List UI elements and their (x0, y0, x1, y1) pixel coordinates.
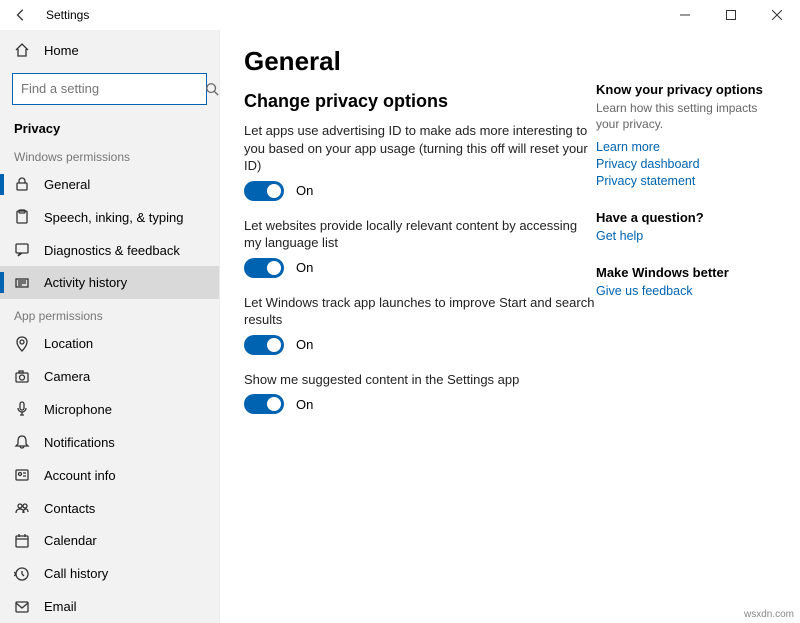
window-title: Settings (46, 8, 89, 22)
sidebar-item-microphone[interactable]: Microphone (0, 393, 219, 426)
setting-suggested-content: Show me suggested content in the Setting… (244, 371, 596, 415)
nav-label: Call history (44, 566, 108, 581)
link-privacy-statement[interactable]: Privacy statement (596, 174, 776, 188)
search-icon (205, 82, 219, 96)
sidebar-item-activity-history[interactable]: Activity history (0, 266, 219, 299)
sidebar-item-location[interactable]: Location (0, 327, 219, 360)
sidebar-item-general[interactable]: General (0, 168, 219, 201)
sidebar-item-home[interactable]: Home (0, 34, 219, 67)
lock-icon (14, 176, 30, 192)
sidebar-item-email[interactable]: Email (0, 590, 219, 623)
link-get-help[interactable]: Get help (596, 229, 776, 243)
sidebar-item-account-info[interactable]: Account info (0, 459, 219, 492)
sidebar: Home Privacy Windows permissions General… (0, 30, 220, 623)
nav-label: Contacts (44, 501, 95, 516)
nav-label: Account info (44, 468, 116, 483)
nav-label: Activity history (44, 275, 127, 290)
maximize-button[interactable] (708, 0, 754, 30)
close-button[interactable] (754, 0, 800, 30)
home-icon (14, 42, 30, 58)
contacts-icon (14, 500, 30, 516)
toggle-app-launches[interactable] (244, 335, 284, 355)
side-head: Have a question? (596, 210, 776, 225)
call-history-icon (14, 566, 30, 582)
calendar-icon (14, 533, 30, 549)
side-block-feedback: Make Windows better Give us feedback (596, 265, 776, 298)
toggle-suggested-content[interactable] (244, 394, 284, 414)
sidebar-item-diagnostics[interactable]: Diagnostics & feedback (0, 234, 219, 267)
titlebar: Settings (0, 0, 800, 30)
link-privacy-dashboard[interactable]: Privacy dashboard (596, 157, 776, 171)
bell-icon (14, 434, 30, 450)
setting-desc: Let Windows track app launches to improv… (244, 294, 596, 329)
content-area: General Change privacy options Let apps … (220, 30, 800, 623)
search-container (0, 67, 219, 113)
toggle-state: On (296, 337, 313, 352)
clipboard-icon (14, 209, 30, 225)
side-text: Learn how this setting impacts your priv… (596, 101, 776, 132)
content-main: General Change privacy options Let apps … (244, 46, 596, 623)
search-box[interactable] (12, 73, 207, 105)
setting-language-list: Let websites provide locally relevant co… (244, 217, 596, 278)
toggle-state: On (296, 260, 313, 275)
minimize-button[interactable] (662, 0, 708, 30)
sidebar-home-label: Home (44, 43, 79, 58)
sidebar-item-contacts[interactable]: Contacts (0, 492, 219, 525)
setting-desc: Show me suggested content in the Setting… (244, 371, 596, 389)
feedback-icon (14, 242, 30, 258)
nav-label: Camera (44, 369, 90, 384)
sidebar-group1-label: Windows permissions (0, 140, 219, 168)
sidebar-category: Privacy (0, 113, 219, 140)
setting-desc: Let websites provide locally relevant co… (244, 217, 596, 252)
page-title: General (244, 46, 596, 77)
location-icon (14, 336, 30, 352)
toggle-state: On (296, 183, 313, 198)
nav-label: General (44, 177, 90, 192)
setting-advertising-id: Let apps use advertising ID to make ads … (244, 122, 596, 201)
window-controls (662, 0, 800, 30)
link-give-feedback[interactable]: Give us feedback (596, 284, 776, 298)
history-icon (14, 275, 30, 291)
nav-label: Speech, inking, & typing (44, 210, 183, 225)
search-input[interactable] (13, 81, 205, 96)
sidebar-item-notifications[interactable]: Notifications (0, 426, 219, 459)
sidebar-item-calendar[interactable]: Calendar (0, 524, 219, 557)
nav-label: Notifications (44, 435, 115, 450)
nav-label: Location (44, 336, 93, 351)
sidebar-item-call-history[interactable]: Call history (0, 557, 219, 590)
page-subtitle: Change privacy options (244, 91, 596, 112)
side-head: Know your privacy options (596, 82, 776, 97)
side-block-question: Have a question? Get help (596, 210, 776, 243)
content-side: Know your privacy options Learn how this… (596, 46, 776, 623)
camera-icon (14, 369, 30, 385)
nav-label: Email (44, 599, 77, 614)
toggle-state: On (296, 397, 313, 412)
sidebar-item-speech[interactable]: Speech, inking, & typing (0, 201, 219, 234)
toggle-advertising-id[interactable] (244, 181, 284, 201)
link-learn-more[interactable]: Learn more (596, 140, 776, 154)
nav-label: Diagnostics & feedback (44, 243, 180, 258)
nav-label: Microphone (44, 402, 112, 417)
account-icon (14, 467, 30, 483)
nav-label: Calendar (44, 533, 97, 548)
back-button[interactable] (6, 0, 36, 30)
side-block-privacy: Know your privacy options Learn how this… (596, 82, 776, 188)
microphone-icon (14, 401, 30, 417)
sidebar-item-camera[interactable]: Camera (0, 360, 219, 393)
setting-app-launches: Let Windows track app launches to improv… (244, 294, 596, 355)
setting-desc: Let apps use advertising ID to make ads … (244, 122, 596, 175)
side-head: Make Windows better (596, 265, 776, 280)
sidebar-group2-label: App permissions (0, 299, 219, 327)
email-icon (14, 599, 30, 615)
toggle-language-list[interactable] (244, 258, 284, 278)
watermark: wsxdn.com (744, 609, 794, 620)
